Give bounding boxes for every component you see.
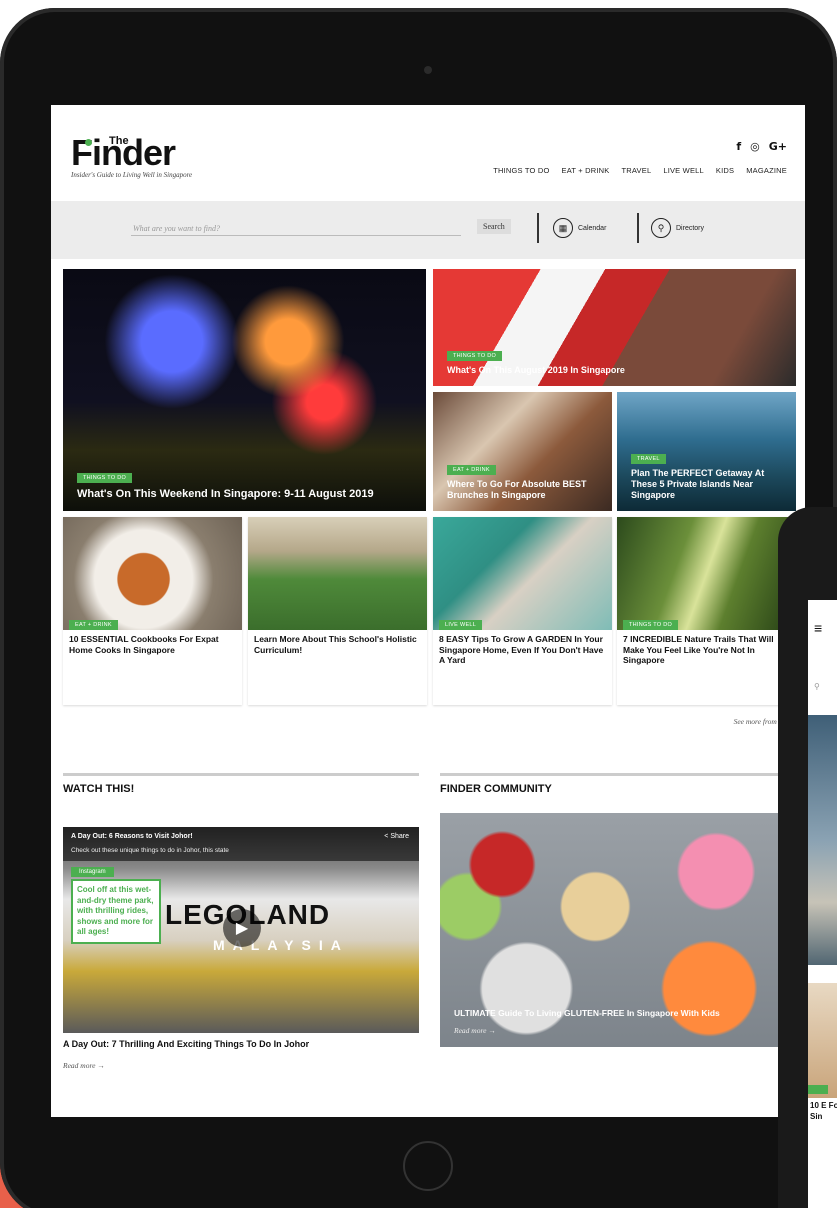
- card-title: 7 INCREDIBLE Nature Trails That Will Mak…: [623, 634, 774, 665]
- card-title: 8 EASY Tips To Grow A GARDEN In Your Sin…: [439, 634, 604, 665]
- category-badge: LIVE WELL: [439, 620, 483, 630]
- search-button[interactable]: Search: [477, 219, 511, 234]
- camera-icon: [424, 66, 432, 74]
- nav-live-well[interactable]: LIVE WELL: [663, 166, 704, 175]
- phone-screen: ≡ ⚲ 10 E For Sin: [808, 600, 837, 1208]
- card-title: 10 ESSENTIAL Cookbooks For Expat Home Co…: [69, 634, 219, 655]
- directory-label: Directory: [676, 224, 705, 232]
- card-image: EAT + DRINK: [63, 517, 242, 630]
- social-links: f ◎ G+: [736, 140, 787, 153]
- search-icon[interactable]: ⚲: [814, 682, 820, 691]
- instagram-icon[interactable]: ◎: [750, 140, 760, 153]
- hero-brunch-article[interactable]: EAT + DRINK Where To Go For Absolute BES…: [433, 392, 612, 511]
- divider: [637, 213, 639, 243]
- logo-the: The: [109, 135, 129, 147]
- card-image: [248, 517, 427, 630]
- home-button[interactable]: [403, 1141, 453, 1191]
- location-pin-icon: ⚲: [651, 218, 671, 238]
- video-subtitle: Check out these unique things to do in J…: [71, 847, 229, 854]
- video-player[interactable]: A Day Out: 6 Reasons to Visit Johor! Che…: [63, 827, 419, 1033]
- logo-tagline: Insider's Guide to Living Well in Singap…: [71, 171, 193, 179]
- calendar-icon: ▦: [553, 218, 573, 238]
- directory-link[interactable]: ⚲ Directory: [651, 218, 704, 238]
- nav-eat-drink[interactable]: EAT + DRINK: [562, 166, 610, 175]
- play-icon[interactable]: ▶: [223, 909, 261, 947]
- article-card[interactable]: THINGS TO DO 7 INCREDIBLE Nature Trails …: [617, 517, 796, 705]
- finder-community-heading: FINDER COMMUNITY: [440, 783, 552, 795]
- card-image: LIVE WELL: [433, 517, 612, 630]
- share-button[interactable]: < Share: [384, 833, 409, 840]
- article-title: Where To Go For Absolute BEST Brunches I…: [447, 479, 587, 500]
- category-badge: THINGS TO DO: [77, 473, 133, 483]
- website-screen: The Finder Insider's Guide to Living Wel…: [51, 105, 805, 1117]
- card-title: Learn More About This School's Holistic …: [254, 634, 417, 655]
- community-article[interactable]: ULTIMATE Guide To Living GLUTEN-FREE In …: [440, 813, 785, 1047]
- logo-dot: [85, 139, 92, 146]
- phone-hero-image: [808, 715, 837, 965]
- category-badge: THINGS TO DO: [447, 351, 503, 361]
- category-badge: EAT + DRINK: [447, 465, 496, 475]
- card-image: THINGS TO DO: [617, 517, 796, 630]
- search-bar: Search ▦ Calendar ⚲ Directory: [51, 201, 805, 259]
- category-badge: TRAVEL: [631, 454, 666, 464]
- article-card[interactable]: LIVE WELL 8 EASY Tips To Grow A GARDEN I…: [433, 517, 612, 705]
- site-logo[interactable]: The Finder Insider's Guide to Living Wel…: [71, 133, 193, 180]
- phone-card-title: 10 E For Sin: [810, 1101, 837, 1121]
- calendar-link[interactable]: ▦ Calendar: [553, 218, 606, 238]
- search-input[interactable]: [131, 222, 461, 236]
- community-title: ULTIMATE Guide To Living GLUTEN-FREE In …: [454, 1008, 720, 1018]
- article-title: What's On This August 2019 In Singapore: [447, 365, 625, 375]
- video-callout: Cool off at this wet-and-dry theme park,…: [71, 879, 161, 944]
- read-more-link[interactable]: Read more →: [454, 1026, 496, 1035]
- nav-magazine[interactable]: MAGAZINE: [746, 166, 787, 175]
- article-card[interactable]: EAT + DRINK 10 ESSENTIAL Cookbooks For E…: [63, 517, 242, 705]
- hero-main-article[interactable]: THINGS TO DO What's On This Weekend In S…: [63, 269, 426, 511]
- nav-things-to-do[interactable]: THINGS TO DO: [493, 166, 549, 175]
- hero-islands-article[interactable]: TRAVEL Plan The PERFECT Getaway At These…: [617, 392, 796, 511]
- menu-icon[interactable]: ≡: [814, 620, 822, 636]
- category-badge: [808, 1085, 828, 1094]
- read-more-link[interactable]: Read more →: [63, 1061, 105, 1070]
- article-title: What's On This Weekend In Singapore: 9-1…: [77, 488, 374, 500]
- nav-kids[interactable]: KIDS: [716, 166, 734, 175]
- watch-this-heading: WATCH THIS!: [63, 783, 135, 795]
- main-nav: THINGS TO DO EAT + DRINK TRAVEL LIVE WEL…: [493, 166, 787, 175]
- video-caption[interactable]: A Day Out: 7 Thrilling And Exciting Thin…: [63, 1039, 309, 1049]
- video-title: A Day Out: 6 Reasons to Visit Johor!: [71, 833, 193, 840]
- facebook-icon[interactable]: f: [736, 140, 741, 153]
- article-title: Plan The PERFECT Getaway At These 5 Priv…: [631, 468, 765, 500]
- category-badge: EAT + DRINK: [69, 620, 118, 630]
- section-divider: [63, 773, 419, 776]
- section-divider: [440, 773, 785, 776]
- hero-top-right-article[interactable]: THINGS TO DO What's On This August 2019 …: [433, 269, 796, 386]
- calendar-label: Calendar: [578, 224, 607, 232]
- article-card[interactable]: Learn More About This School's Holistic …: [248, 517, 427, 705]
- google-plus-icon[interactable]: G+: [769, 140, 787, 153]
- phone-card-image: [808, 983, 837, 1098]
- divider: [537, 213, 539, 243]
- category-badge: THINGS TO DO: [623, 620, 679, 630]
- video-source-label: Instagram: [71, 867, 114, 877]
- nav-travel[interactable]: TRAVEL: [622, 166, 652, 175]
